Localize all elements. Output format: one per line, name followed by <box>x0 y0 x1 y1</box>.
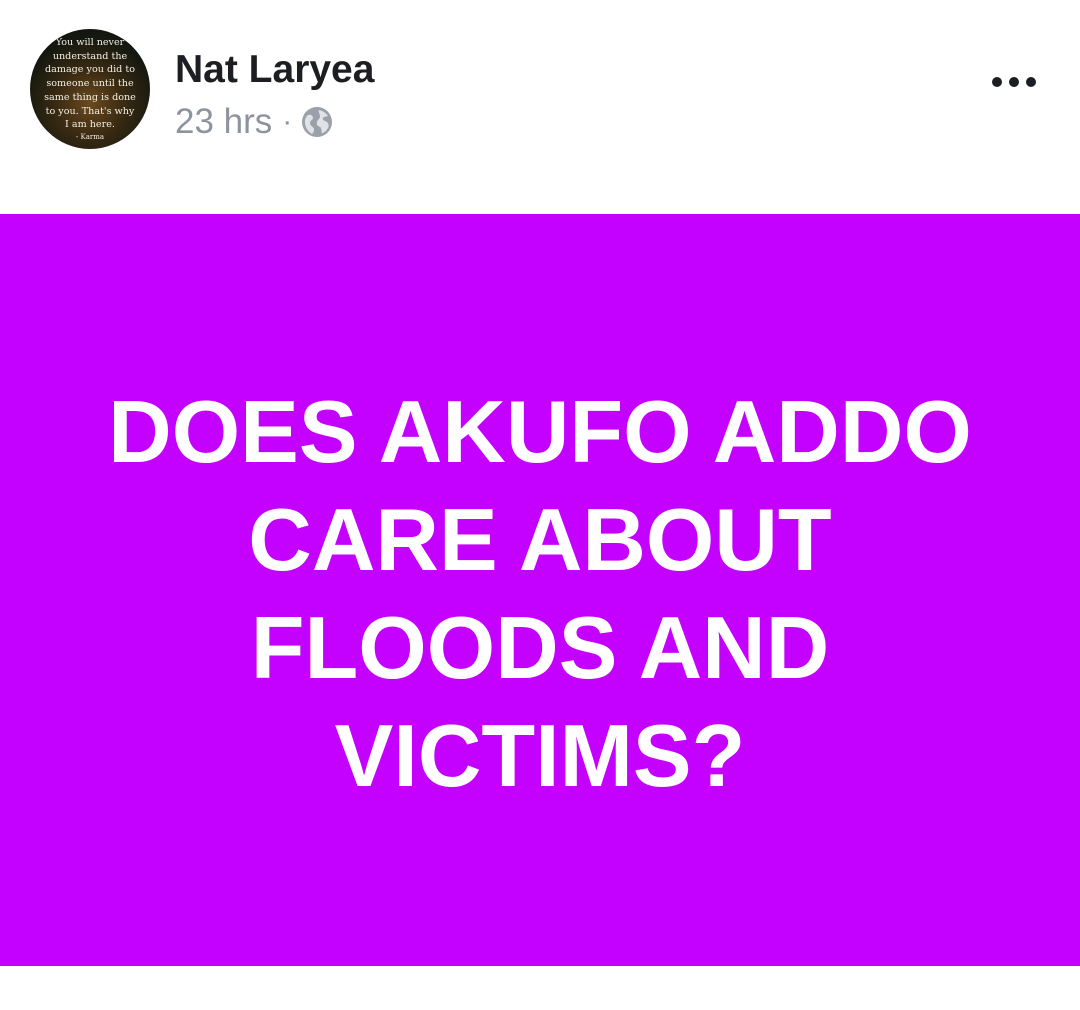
post-text-line: VICTIMS? <box>334 706 746 805</box>
avatar-quote-line: to you. That's why <box>45 105 135 117</box>
avatar-quote-line: same thing is done <box>44 91 136 103</box>
avatar-quote-line: understand the <box>52 50 128 62</box>
avatar-quote-signature: - Karma <box>75 133 105 142</box>
more-dot <box>1009 77 1019 87</box>
author-avatar[interactable]: You will never understand the damage you… <box>30 29 150 149</box>
more-dot <box>1026 77 1036 87</box>
avatar-quote-line: You will never <box>55 36 125 48</box>
meta-separator: · <box>282 105 293 138</box>
avatar-quote: You will never understand the damage you… <box>30 29 150 149</box>
post-image[interactable]: DOES AKUFO ADDO CARE ABOUT FLOODS AND VI… <box>0 214 1080 966</box>
avatar-quote-line: I am here. <box>65 119 115 131</box>
facebook-post: You will never understand the damage you… <box>0 0 1080 1010</box>
post-timestamp[interactable]: 23 hrs <box>175 102 272 142</box>
more-dot <box>992 77 1002 87</box>
post-text-line: DOES AKUFO ADDO <box>108 382 972 481</box>
post-header: You will never understand the damage you… <box>0 0 1080 214</box>
avatar-quote-line: damage you did to <box>44 64 135 76</box>
post-meta: 23 hrs · <box>175 100 333 144</box>
post-text-line: CARE ABOUT <box>248 490 832 589</box>
globe-icon[interactable] <box>301 106 333 138</box>
avatar-quote-line: someone until the <box>46 78 134 90</box>
author-name[interactable]: Nat Laryea <box>175 46 374 94</box>
post-text-line: FLOODS AND <box>250 598 830 697</box>
more-options-icon[interactable] <box>984 62 1044 102</box>
post-image-text: DOES AKUFO ADDO CARE ABOUT FLOODS AND VI… <box>40 378 1040 810</box>
